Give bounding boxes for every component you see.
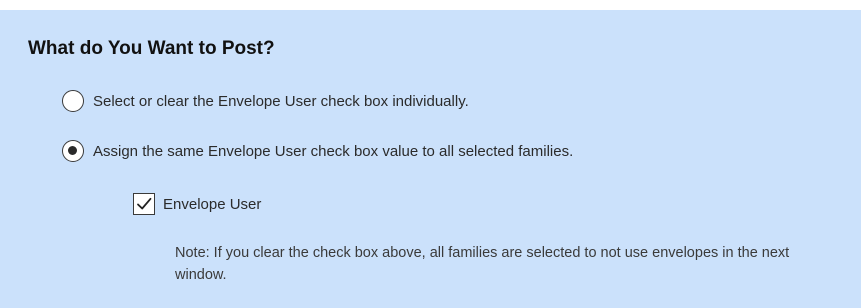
radio-assign-all[interactable]: [62, 140, 84, 162]
note-text: Note: If you clear the check box above, …: [175, 245, 790, 283]
option-individual-label[interactable]: Select or clear the Envelope User check …: [93, 93, 469, 110]
envelope-user-checkbox-row[interactable]: Envelope User: [133, 193, 261, 215]
post-options-panel: What do You Want to Post? Select or clea…: [0, 10, 861, 308]
envelope-user-label[interactable]: Envelope User: [163, 196, 261, 213]
radio-individual[interactable]: [62, 90, 84, 112]
checkmark-icon: [137, 197, 152, 210]
option-assign-all-label[interactable]: Assign the same Envelope User check box …: [93, 143, 573, 160]
section-heading: What do You Want to Post?: [28, 38, 275, 59]
option-individual[interactable]: Select or clear the Envelope User check …: [62, 90, 469, 112]
option-assign-all[interactable]: Assign the same Envelope User check box …: [62, 140, 573, 162]
envelope-user-checkbox[interactable]: [133, 193, 155, 215]
